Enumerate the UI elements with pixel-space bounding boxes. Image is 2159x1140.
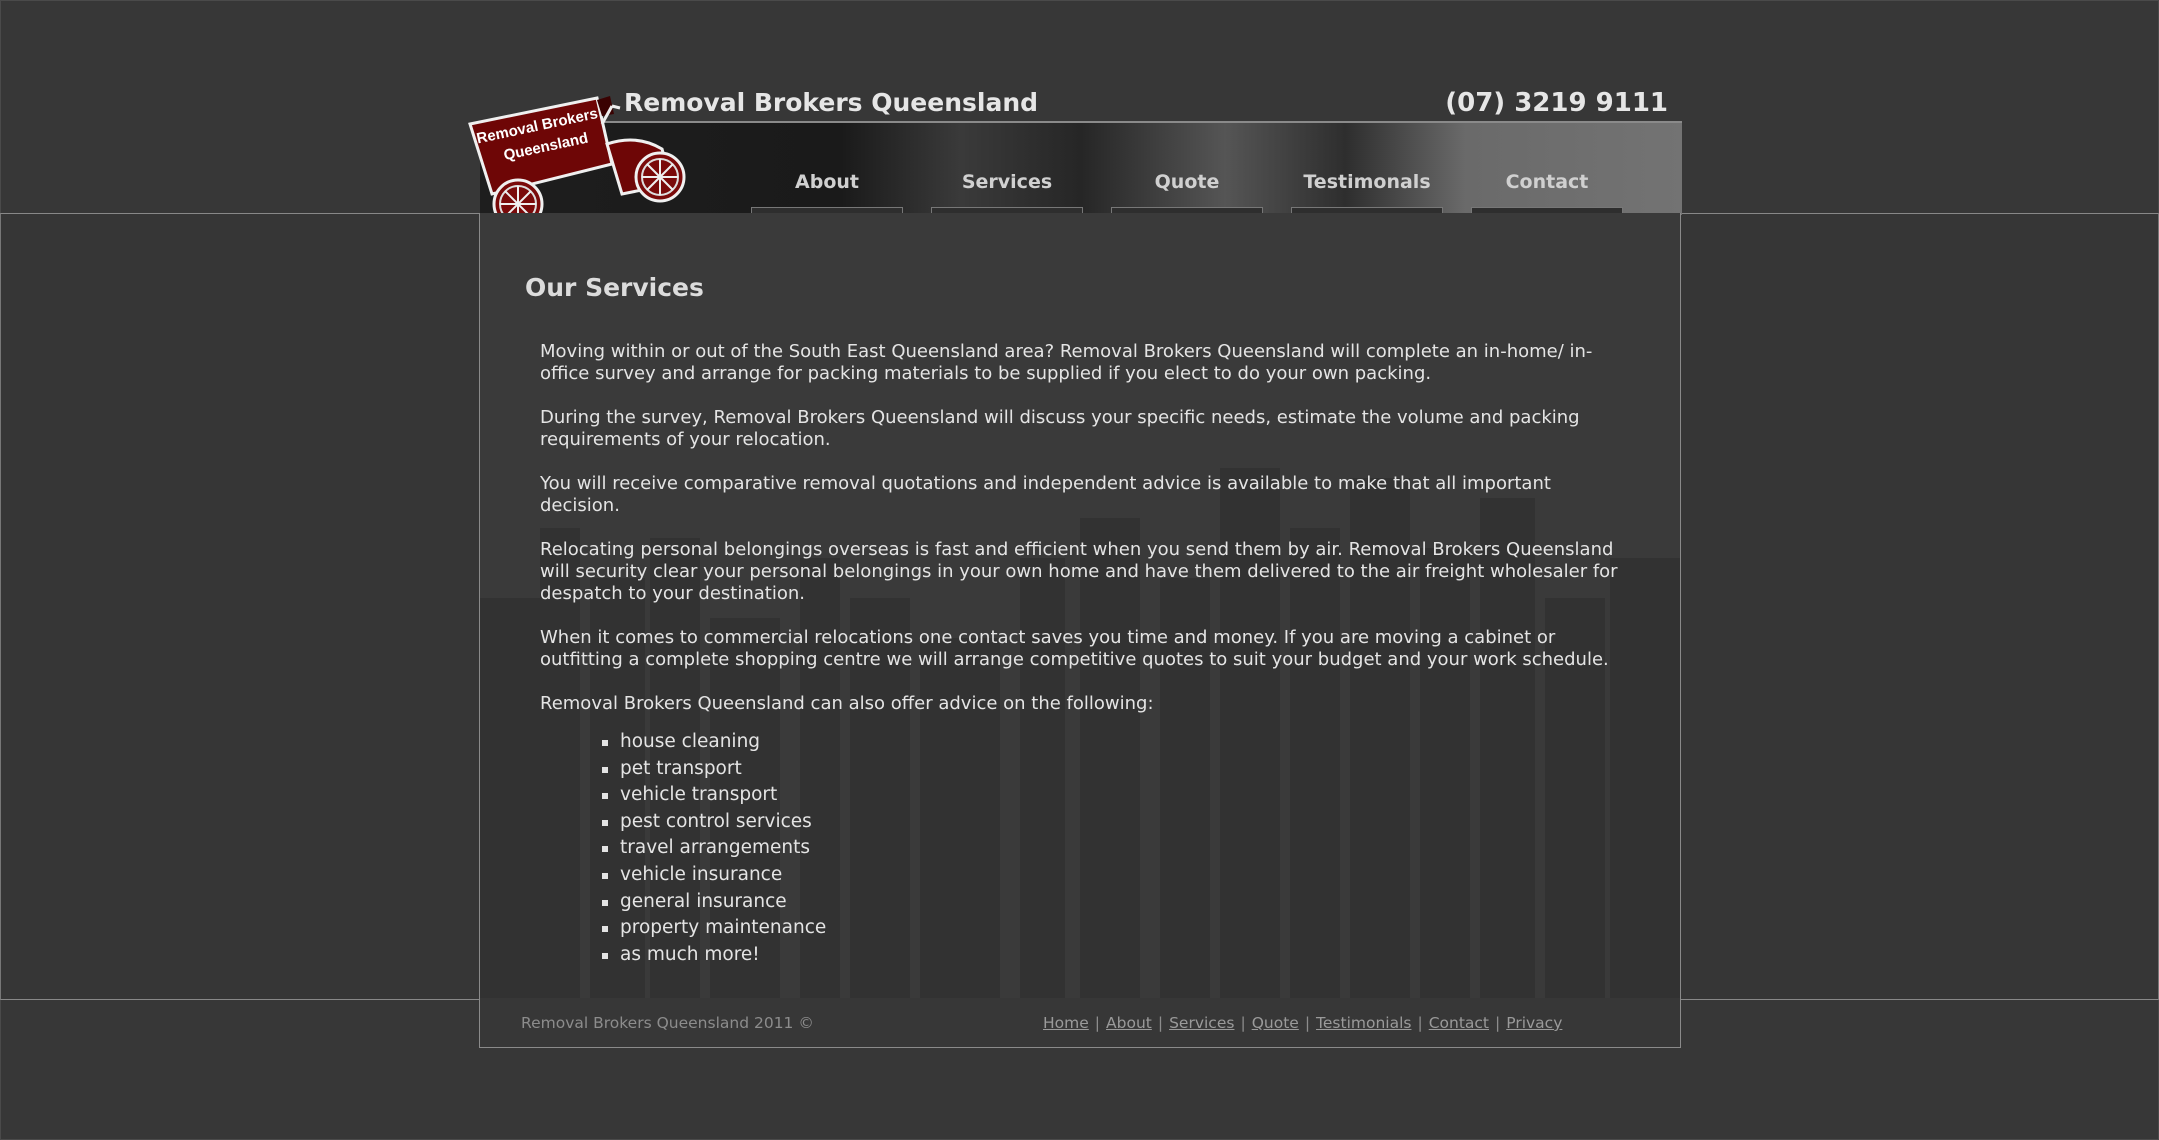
footer-link-services[interactable]: Services: [1169, 1014, 1234, 1032]
footer-link-about[interactable]: About: [1106, 1014, 1152, 1032]
list-item: as much more!: [602, 942, 1620, 969]
nav-about-label: About: [795, 171, 859, 193]
nav-contact[interactable]: Contact: [1471, 123, 1623, 215]
nav-services[interactable]: Services: [931, 123, 1083, 215]
list-item: house cleaning: [602, 729, 1620, 756]
footer: Removal Brokers Queensland 2011 © Home | A…: [479, 998, 1681, 1048]
nav-testimonals-label: Testimonals: [1303, 171, 1431, 193]
footer-links: Home | About | Services | Quote | Testimonials | C…: [1043, 1014, 1562, 1032]
list-item: vehicle transport: [602, 782, 1620, 809]
list-item: vehicle insurance: [602, 862, 1620, 889]
list-item: travel arrangements: [602, 835, 1620, 862]
phone-number: (07) 3219 9111: [1445, 88, 1668, 118]
copyright-text: Removal Brokers Queensland 2011 ©: [521, 1014, 814, 1032]
footer-link-privacy[interactable]: Privacy: [1506, 1014, 1562, 1032]
paragraph: Moving within or out of the South East Q…: [540, 341, 1593, 384]
footer-link-testimonials[interactable]: Testimonials: [1316, 1014, 1411, 1032]
main-content: Our Services Moving within or out of the…: [479, 213, 1681, 998]
footer-link-home[interactable]: Home: [1043, 1014, 1089, 1032]
footer-separator: |: [1417, 1014, 1423, 1032]
list-item: property maintenance: [602, 915, 1620, 942]
services-text: Moving within or out of the South East Q…: [540, 341, 1620, 968]
footer-link-quote[interactable]: Quote: [1252, 1014, 1299, 1032]
services-list: house cleaning pet transport vehicle tra…: [540, 729, 1620, 968]
list-item: pest control services: [602, 809, 1620, 836]
footer-separator: |: [1157, 1014, 1164, 1032]
list-item: general insurance: [602, 889, 1620, 916]
paragraph: Removal Brokers Queensland can also offe…: [540, 693, 1154, 714]
footer-separator: |: [1240, 1014, 1246, 1032]
nav-quote[interactable]: Quote: [1111, 123, 1263, 215]
nav-about[interactable]: About: [751, 123, 903, 215]
nav-quote-label: Quote: [1154, 171, 1220, 193]
footer-separator: |: [1304, 1014, 1311, 1032]
paragraph: During the survey, Removal Brokers Queen…: [540, 407, 1580, 450]
nav-contact-label: Contact: [1505, 171, 1589, 193]
footer-link-contact[interactable]: Contact: [1429, 1014, 1489, 1032]
paragraph: When it comes to commercial relocations …: [540, 627, 1609, 670]
nav-services-label: Services: [961, 171, 1053, 193]
nav-testimonals[interactable]: Testimonals: [1291, 123, 1443, 215]
list-item: pet transport: [602, 756, 1620, 783]
footer-separator: |: [1094, 1014, 1101, 1032]
paragraph: Relocating personal belongings overseas …: [540, 539, 1618, 604]
page-title: Our Services: [525, 273, 704, 302]
footer-separator: |: [1495, 1014, 1501, 1032]
paragraph: You will receive comparative removal quo…: [540, 473, 1551, 516]
